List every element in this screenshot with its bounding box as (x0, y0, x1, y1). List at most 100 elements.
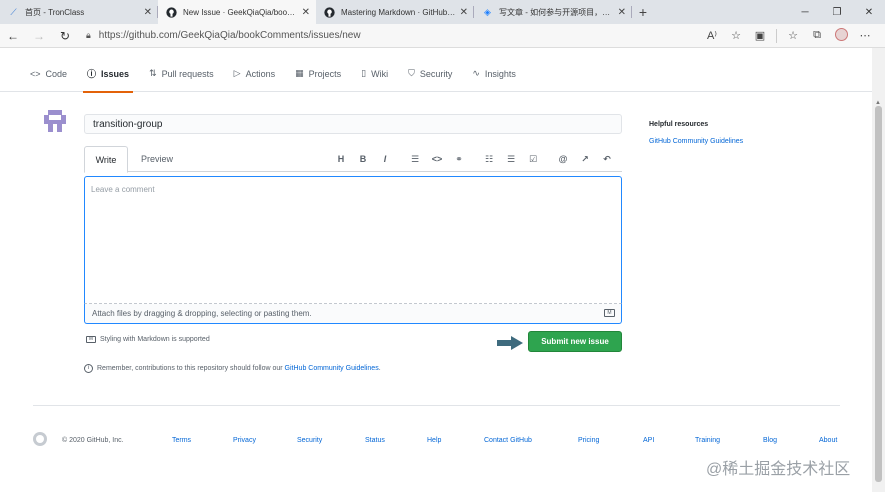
favorites-icon[interactable]: ☆ (781, 29, 805, 42)
repo-tab-issues[interactable]: ⓘ Issues (83, 56, 134, 93)
forward-icon[interactable]: → (26, 29, 52, 43)
preview-tab[interactable]: Preview (132, 146, 182, 172)
browser-toolbar: A⁾ ☆ ▣ ☆ ⧉ ⋯ (700, 27, 877, 44)
issue-title-input[interactable]: transition-group (84, 114, 622, 134)
tab-collections-icon[interactable]: ⧉ (805, 29, 829, 42)
link-icon[interactable]: ⚭ (448, 154, 470, 165)
address-bar: ← → ↻ 🔒︎ https://github.com/GeekQiaQia/b… (0, 24, 885, 48)
markdown-support-text: Styling with Markdown is supported (100, 336, 210, 343)
repo-tab-actions[interactable]: ▷ Actions (234, 56, 275, 92)
repo-tab-label: Pull requests (161, 68, 214, 79)
quote-icon[interactable]: ☰ (404, 154, 426, 165)
unordered-list-icon[interactable]: ☷ (478, 154, 500, 165)
footer-link-pricing[interactable]: Pricing (578, 437, 599, 444)
attach-files-bar[interactable]: Attach files by dragging & dropping, sel… (84, 304, 622, 324)
url-field[interactable]: 🔒︎ https://github.com/GeekQiaQia/bookCom… (86, 30, 700, 41)
profile-avatar[interactable] (829, 27, 853, 44)
github-icon (166, 6, 177, 18)
comment-textarea[interactable]: Leave a comment (84, 176, 622, 304)
repo-tab-label: Security (419, 68, 453, 79)
heading-icon[interactable]: H (330, 154, 352, 164)
page-scrollbar[interactable]: ▲ (872, 48, 885, 492)
shield-icon: ⛉ (408, 68, 415, 78)
repo-tab-pull-requests[interactable]: ⇅ Pull requests (149, 56, 214, 92)
repo-tab-projects[interactable]: ▦ Projects (295, 56, 341, 92)
footer-link-security[interactable]: Security (297, 437, 322, 444)
user-avatar[interactable] (44, 110, 66, 132)
repo-tab-label: Wiki (371, 68, 389, 79)
more-menu-icon[interactable]: ⋯ (853, 29, 877, 42)
italic-icon[interactable]: I (374, 154, 396, 164)
task-list-icon[interactable]: ☑ (522, 154, 544, 165)
markdown-icon: M (604, 309, 615, 317)
back-icon[interactable]: ← (0, 29, 26, 43)
mention-icon[interactable]: @ (552, 154, 574, 164)
markdown-support-note[interactable]: M Styling with Markdown is supported (86, 336, 210, 343)
refresh-icon[interactable]: ↻ (52, 29, 78, 43)
code-icon: <> (30, 68, 41, 79)
footer-link-help[interactable]: Help (427, 437, 441, 444)
footer-link-about[interactable]: About (819, 437, 837, 444)
repo-tab-label: Projects (308, 68, 342, 79)
cross-reference-icon[interactable]: ↗ (574, 154, 596, 165)
code-icon[interactable]: <> (426, 154, 448, 164)
footer-link-terms[interactable]: Terms (172, 437, 191, 444)
info-icon: i (84, 364, 93, 373)
sidebar-community-guidelines-link[interactable]: GitHub Community Guidelines (649, 138, 743, 145)
repo-tab-label: Actions (245, 68, 276, 79)
browser-tab-tronclass[interactable]: ⟋ 首页 - TronClass ✕ (0, 0, 158, 24)
close-tab-icon[interactable]: ✕ (302, 7, 310, 18)
comment-placeholder: Leave a comment (91, 185, 155, 194)
graph-icon: ∿ (472, 68, 480, 78)
community-guidelines-link[interactable]: GitHub Community Guidelines (285, 365, 379, 372)
browser-tab-markdown[interactable]: Mastering Markdown · GitHub G ✕ (316, 0, 474, 24)
collections-icon[interactable]: ▣ (748, 29, 772, 42)
scrollbar-thumb[interactable] (875, 106, 882, 482)
footer-link-contact[interactable]: Contact GitHub (484, 437, 532, 444)
project-icon: ▦ (295, 68, 304, 78)
close-window-icon[interactable]: ✕ (853, 0, 885, 24)
saved-replies-icon[interactable]: ↶ (596, 154, 618, 165)
repo-nav: <> Code ⓘ Issues ⇅ Pull requests ▷ Actions ▦… (0, 56, 872, 93)
book-icon: ▯ (361, 68, 367, 78)
repo-tab-wiki[interactable]: ▯ Wiki (361, 56, 388, 92)
browser-tab-write-article[interactable]: ◈ 写文章 - 如何参与开源项目，并用 ✕ (474, 0, 632, 24)
contribution-period: . (378, 365, 381, 372)
editor-tabs: Write Preview H B I ☰ <> ⚭ ☷ ☰ ☑ @ ↗ ↶ (84, 146, 622, 173)
repo-tab-code[interactable]: <> Code (30, 56, 67, 92)
footer-link-blog[interactable]: Blog (763, 437, 777, 444)
github-icon (324, 6, 335, 18)
footer-link-privacy[interactable]: Privacy (233, 437, 256, 444)
restore-icon[interactable]: ❐ (821, 0, 853, 24)
repo-tab-label: Insights (484, 68, 516, 79)
footer-copyright: © 2020 GitHub, Inc. (62, 437, 124, 444)
repo-tab-label: Code (45, 68, 68, 79)
submit-new-issue-button[interactable]: Submit new issue (528, 331, 622, 352)
contribution-text: Remember, contributions to this reposito… (97, 365, 283, 372)
browser-tab-new-issue[interactable]: New Issue · GeekQiaQia/bookCo ✕ (158, 0, 316, 24)
ordered-list-icon[interactable]: ☰ (500, 154, 522, 165)
helpful-resources-heading: Helpful resources (649, 121, 709, 128)
tab-title: Mastering Markdown · GitHub G (341, 7, 456, 17)
minimize-icon[interactable]: ─ (789, 0, 821, 24)
arrow-right-icon (497, 336, 523, 350)
close-tab-icon[interactable]: ✕ (618, 7, 626, 18)
read-aloud-icon[interactable]: A⁾ (700, 29, 724, 42)
footer-link-training[interactable]: Training (695, 437, 720, 444)
window-controls: ─ ❐ ✕ (789, 0, 885, 24)
close-tab-icon[interactable]: ✕ (460, 7, 468, 18)
favorite-star-icon[interactable]: ☆ (724, 29, 748, 42)
repo-tab-security[interactable]: ⛉ Security (408, 56, 452, 92)
tab-title: 写文章 - 如何参与开源项目，并用 (499, 7, 614, 17)
new-tab-button[interactable]: + (632, 0, 654, 24)
repo-tab-insights[interactable]: ∿ Insights (472, 56, 516, 92)
write-tab[interactable]: Write (84, 146, 128, 173)
footer-link-status[interactable]: Status (365, 437, 385, 444)
github-logo-icon[interactable] (33, 432, 47, 446)
repo-tab-label: Issues (101, 68, 130, 79)
juejin-icon: ◈ (484, 6, 491, 17)
footer-link-api[interactable]: API (643, 437, 654, 444)
close-tab-icon[interactable]: ✕ (144, 7, 152, 18)
bold-icon[interactable]: B (352, 154, 374, 164)
lock-icon: 🔒︎ (86, 30, 91, 40)
